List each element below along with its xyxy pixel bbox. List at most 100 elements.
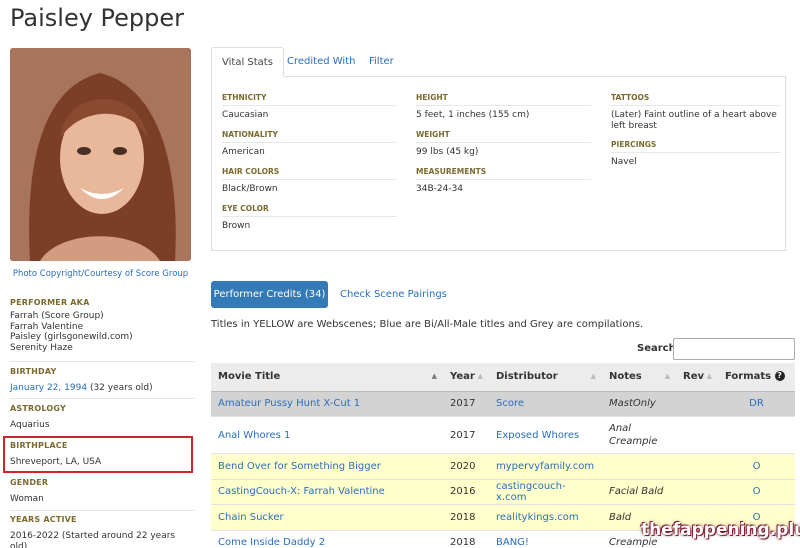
stat-hair-colors: HAIR COLORS Black/Brown: [222, 167, 397, 195]
movie-title-link[interactable]: Chain Sucker: [211, 504, 443, 531]
sort-icon: ▲: [477, 372, 483, 380]
distributor-link[interactable]: realitykings.com: [489, 504, 602, 531]
notes-cell: [602, 453, 676, 480]
rev-cell: [676, 453, 718, 480]
stat-label: MEASUREMENTS: [416, 167, 591, 180]
photo-caption[interactable]: Photo Copyright/Courtesy of Score Group: [10, 269, 191, 279]
stat-ethnicity: ETHNICITY Caucasian: [222, 93, 397, 121]
formats-link[interactable]: O: [718, 453, 795, 480]
portrait-image: [10, 48, 191, 261]
birthday-date-link[interactable]: January 22, 1994: [10, 383, 87, 393]
astrology-block: ASTROLOGY Aquarius: [10, 404, 195, 431]
page-title: Paisley Pepper: [10, 4, 185, 32]
sort-icon: ▲: [706, 372, 712, 380]
stat-value: Caucasian: [222, 110, 269, 120]
stats-tabs: Vital Stats Credited With Filter: [211, 47, 786, 77]
distributor-link[interactable]: mypervyfamily.com: [489, 453, 602, 480]
movie-title-link[interactable]: Bend Over for Something Bigger: [211, 453, 443, 480]
performer-credits-button[interactable]: Performer Credits (34): [211, 281, 328, 308]
vital-stats-panel: ETHNICITY Caucasian NATIONALITY American…: [211, 77, 786, 251]
sort-icon: ▲: [664, 372, 670, 380]
col-year[interactable]: Year ▲: [443, 363, 489, 392]
table-row: CastingCouch-X: Farrah Valentine 2016 ca…: [211, 479, 795, 505]
table-row: Anal Whores 1 2017 Exposed Whores Anal C…: [211, 416, 795, 454]
stat-value: American: [222, 147, 265, 157]
stat-label: ETHNICITY: [222, 93, 397, 106]
performer-aka-list: Farrah (Score Group) Farrah Valentine Pa…: [10, 311, 195, 353]
year-cell: 2017: [443, 391, 489, 417]
check-scene-pairings-link[interactable]: Check Scene Pairings: [340, 281, 447, 308]
stat-label: HEIGHT: [416, 93, 591, 106]
col-movie-title[interactable]: Movie Title ▲: [211, 363, 443, 392]
credits-legend: Titles in YELLOW are Webscenes; Blue are…: [211, 319, 644, 330]
stat-value: 99 lbs (45 kg): [416, 147, 479, 157]
stat-value: Navel: [611, 157, 637, 167]
stat-value: 5 feet, 1 inches (155 cm): [416, 110, 530, 120]
help-icon[interactable]: ?: [774, 371, 785, 382]
stat-measurements: MEASUREMENTS 34B-24-34: [416, 167, 591, 195]
performer-aka-label: PERFORMER AKA: [10, 298, 90, 307]
stat-label: HAIR COLORS: [222, 167, 397, 180]
watermark: thefappening.plus: [641, 520, 800, 540]
aka-item: Farrah Valentine: [10, 321, 84, 332]
notes-cell: MastOnly: [602, 391, 676, 417]
rev-cell: [676, 416, 718, 454]
formats-link[interactable]: O: [718, 479, 795, 505]
col-formats[interactable]: Formats ?: [718, 363, 795, 392]
distributor-link[interactable]: castingcouch-x.com: [489, 479, 602, 505]
aka-item: Serenity Haze: [10, 342, 73, 353]
stat-label: TATTOOS: [611, 93, 781, 106]
performer-aka-block: PERFORMER AKA Farrah (Score Group) Farra…: [10, 298, 195, 353]
col-rev[interactable]: Rev ▲: [676, 363, 718, 392]
stat-value: Black/Brown: [222, 184, 278, 194]
year-cell: 2016: [443, 479, 489, 505]
year-cell: 2017: [443, 416, 489, 454]
stat-nationality: NATIONALITY American: [222, 130, 397, 158]
stat-value: (Later) Faint outline of a heart above l…: [611, 110, 777, 131]
col-notes[interactable]: Notes ▲: [602, 363, 676, 392]
search-input[interactable]: [673, 338, 795, 360]
stat-label: PIERCINGS: [611, 140, 781, 153]
movie-title-link[interactable]: Anal Whores 1: [211, 416, 443, 454]
years-active-label: YEARS ACTIVE: [10, 515, 77, 524]
stat-value: 34B-24-34: [416, 184, 464, 194]
gender-block: GENDER Woman: [10, 478, 195, 505]
performer-photo: [10, 48, 191, 261]
rev-cell: [676, 391, 718, 417]
gender-value: Woman: [10, 494, 44, 504]
tab-vital-stats[interactable]: Vital Stats: [211, 47, 284, 77]
birthplace-highlight: [3, 436, 193, 473]
rev-cell: [676, 479, 718, 505]
years-active-block: YEARS ACTIVE 2016-2022 (Started around 2…: [10, 515, 195, 548]
table-row: Bend Over for Something Bigger 2020 mype…: [211, 453, 795, 480]
stat-weight: WEIGHT 99 lbs (45 kg): [416, 130, 591, 158]
astrology-link[interactable]: Aquarius: [10, 420, 195, 431]
stat-tattoos: TATTOOS (Later) Faint outline of a heart…: [611, 93, 781, 131]
birthday-label: BIRTHDAY: [10, 367, 57, 376]
astrology-label: ASTROLOGY: [10, 404, 66, 413]
formats-link[interactable]: DR: [718, 391, 795, 417]
distributor-link[interactable]: Exposed Whores: [489, 416, 602, 454]
movie-title-link[interactable]: CastingCouch-X: Farrah Valentine: [211, 479, 443, 505]
divider: [10, 510, 195, 511]
notes-cell: Anal Creampie: [602, 416, 676, 454]
tab-filter[interactable]: Filter: [359, 47, 404, 77]
formats-link[interactable]: [718, 416, 795, 454]
divider: [10, 398, 195, 399]
distributor-link[interactable]: Score: [489, 391, 602, 417]
distributor-link[interactable]: BANG!: [489, 530, 602, 548]
notes-cell: Facial Bald: [602, 479, 676, 505]
col-distributor[interactable]: Distributor ▲: [489, 363, 602, 392]
table-row: Amateur Pussy Hunt X-Cut 1 2017 Score Ma…: [211, 391, 795, 417]
tab-credited-with[interactable]: Credited With: [277, 47, 365, 77]
year-cell: 2018: [443, 530, 489, 548]
movie-title-link[interactable]: Come Inside Daddy 2: [211, 530, 443, 548]
movie-title-link[interactable]: Amateur Pussy Hunt X-Cut 1: [211, 391, 443, 417]
birthday-block: BIRTHDAY January 22, 1994 (32 years old): [10, 367, 195, 394]
years-active-value: 2016-2022 (Started around 22 years old): [10, 531, 176, 548]
stat-label: EYE COLOR: [222, 204, 397, 217]
birthday-value: January 22, 1994 (32 years old): [10, 383, 195, 394]
sort-icon: ▲: [590, 372, 596, 380]
stat-label: NATIONALITY: [222, 130, 397, 143]
stat-label: WEIGHT: [416, 130, 591, 143]
